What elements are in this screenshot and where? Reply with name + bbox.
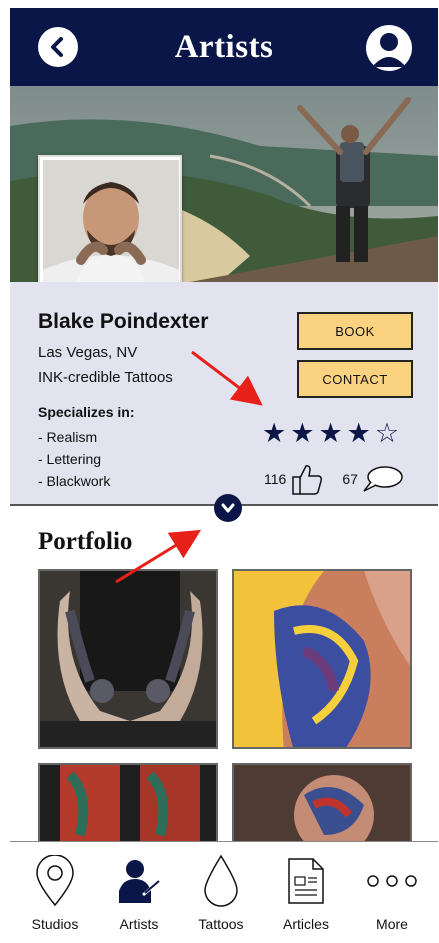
thumbs-up-icon[interactable]	[290, 462, 324, 496]
artist-studio: INK-credible Tattoos	[38, 369, 173, 386]
star-filled-icon: ★	[290, 418, 315, 448]
portfolio-image[interactable]	[232, 763, 412, 843]
bottom-navigation: Studios Artists Tattoos Articles More	[10, 841, 438, 943]
portfolio-image[interactable]	[232, 569, 412, 749]
artist-info-panel: Blake Poindexter Las Vegas, NV INK-credi…	[10, 282, 438, 506]
nav-label: Tattoos	[198, 916, 244, 932]
nav-item-articles[interactable]: Articles	[267, 842, 345, 942]
location-pin-icon	[36, 855, 74, 907]
nav-item-tattoos[interactable]: Tattoos	[182, 842, 260, 942]
comments-count: 67	[342, 471, 358, 487]
star-filled-icon: ★	[262, 418, 287, 448]
artist-location: Las Vegas, NV	[38, 344, 138, 361]
expand-button[interactable]	[214, 494, 242, 522]
profile-button[interactable]	[366, 25, 412, 71]
list-item: - Realism	[38, 429, 98, 445]
document-icon	[288, 858, 324, 904]
artist-name: Blake Poindexter	[38, 310, 209, 333]
book-button[interactable]: BOOK	[297, 312, 413, 350]
artist-avatar	[38, 155, 182, 297]
nav-item-more[interactable]: More	[353, 842, 431, 942]
nav-label: Artists	[119, 916, 159, 932]
artist-icon	[119, 860, 160, 903]
star-filled-icon: ★	[346, 418, 371, 448]
portfolio-image[interactable]	[38, 569, 218, 749]
page-title: Artists	[174, 28, 274, 65]
chevron-left-icon	[51, 37, 63, 57]
ink-drop-icon	[204, 854, 238, 907]
chevron-down-icon	[221, 503, 235, 513]
back-button[interactable]	[38, 27, 78, 67]
star-empty-icon: ☆	[374, 418, 400, 448]
contact-button[interactable]: CONTACT	[297, 360, 413, 398]
more-dots-icon	[367, 875, 417, 887]
nav-label: Articles	[283, 916, 329, 932]
nav-item-studios[interactable]: Studios	[16, 842, 94, 942]
comment-bubble-icon[interactable]	[362, 464, 404, 494]
nav-label: More	[376, 916, 408, 932]
specialties-list: - Realism - Lettering - Blackwork	[38, 426, 110, 492]
portfolio-heading: Portfolio	[38, 528, 133, 555]
star-filled-icon: ★	[318, 418, 343, 448]
user-avatar-icon	[372, 33, 406, 67]
likes-count: 116	[264, 471, 287, 487]
list-item: - Blackwork	[38, 473, 111, 489]
portfolio-image[interactable]	[38, 763, 218, 843]
nav-label: Studios	[31, 916, 79, 932]
engagement-stats: 116 67	[264, 462, 404, 496]
nav-item-artists[interactable]: Artists	[100, 842, 178, 942]
app-header: Artists	[10, 8, 438, 86]
star-rating: ★ ★ ★ ★ ☆	[262, 420, 399, 447]
specialties-label: Specializes in:	[38, 404, 135, 420]
list-item: - Lettering	[38, 451, 102, 467]
